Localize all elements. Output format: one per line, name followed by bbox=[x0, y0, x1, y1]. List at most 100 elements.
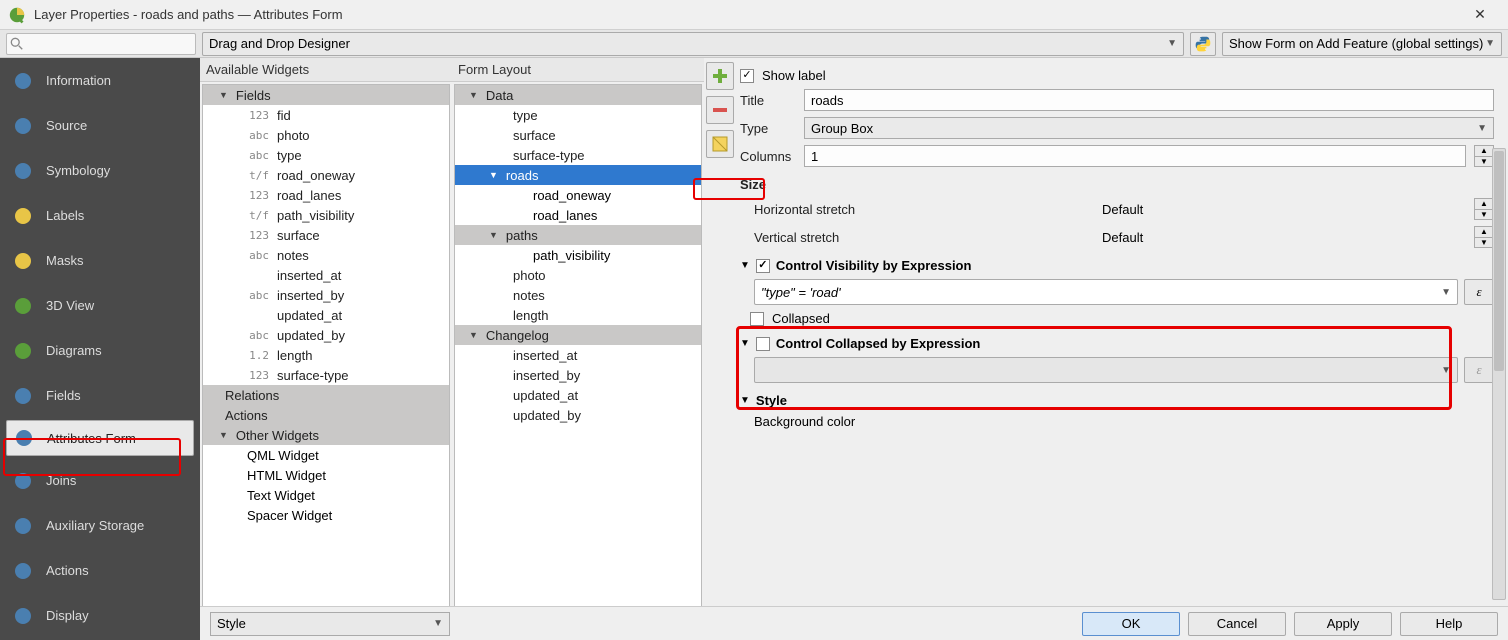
invert-selection-button[interactable] bbox=[706, 130, 734, 158]
field-item[interactable]: 123road_lanes bbox=[203, 185, 449, 205]
container-type-combo[interactable]: Group Box▼ bbox=[804, 117, 1494, 139]
field-item[interactable]: abcupdated_by bbox=[203, 325, 449, 345]
sidebar-item-fields[interactable]: Fields bbox=[0, 373, 200, 418]
collapse-toggle-icon[interactable]: ▼ bbox=[740, 338, 750, 349]
sidebar-item-label: Masks bbox=[46, 253, 84, 268]
close-icon[interactable]: ✕ bbox=[1460, 6, 1500, 23]
field-item[interactable]: abcphoto bbox=[203, 125, 449, 145]
visibility-expr-checkbox[interactable] bbox=[756, 259, 770, 273]
field-item[interactable]: abcinserted_by bbox=[203, 285, 449, 305]
expression-builder-button[interactable]: ε bbox=[1464, 279, 1494, 305]
vstretch-combo[interactable]: Default bbox=[1102, 230, 1466, 245]
layout-item[interactable]: road_oneway bbox=[455, 185, 701, 205]
chevron-down-icon: ▼ bbox=[1485, 38, 1495, 49]
sidebar-item-label: Actions bbox=[46, 563, 89, 578]
sidebar-item-label: Labels bbox=[46, 208, 84, 223]
sidebar-item-diagrams[interactable]: Diagrams bbox=[0, 328, 200, 373]
columns-input[interactable] bbox=[804, 145, 1466, 167]
hstretch-spinner[interactable]: ▲▼ bbox=[1474, 198, 1494, 220]
collapsed-expr-checkbox[interactable] bbox=[756, 337, 770, 351]
layout-item[interactable]: path_visibility bbox=[455, 245, 701, 265]
hstretch-label: Horizontal stretch bbox=[754, 202, 1094, 217]
sidebar-item-labels[interactable]: Labels bbox=[0, 193, 200, 238]
tree-group[interactable]: ▼Fields bbox=[203, 85, 449, 105]
layout-group[interactable]: ▼Data bbox=[455, 85, 701, 105]
sidebar-icon bbox=[12, 70, 34, 92]
sidebar-icon bbox=[12, 605, 34, 627]
collapsed-expression-input: ▼ bbox=[754, 357, 1458, 383]
style-menu-button[interactable]: Style▼ bbox=[210, 612, 450, 636]
visibility-expression-input[interactable]: "type" = 'road'▼ bbox=[754, 279, 1458, 305]
field-item[interactable]: 1.2length bbox=[203, 345, 449, 365]
vstretch-spinner[interactable]: ▲▼ bbox=[1474, 226, 1494, 248]
layout-item[interactable]: surface bbox=[455, 125, 701, 145]
sidebar-item-auxiliary-storage[interactable]: Auxiliary Storage bbox=[0, 503, 200, 548]
layout-item[interactable]: length bbox=[455, 305, 701, 325]
vstretch-label: Vertical stretch bbox=[754, 230, 1094, 245]
sidebar-icon bbox=[12, 385, 34, 407]
field-item[interactable]: abctype bbox=[203, 145, 449, 165]
tree-group[interactable]: ▼Other Widgets bbox=[203, 425, 449, 445]
widget-item[interactable]: Text Widget bbox=[203, 485, 449, 505]
sidebar-item-actions[interactable]: Actions bbox=[0, 548, 200, 593]
widget-item[interactable]: HTML Widget bbox=[203, 465, 449, 485]
layout-group[interactable]: ▼roads bbox=[455, 165, 701, 185]
columns-label: Columns bbox=[740, 149, 796, 164]
python-init-button[interactable] bbox=[1190, 32, 1216, 56]
cancel-button[interactable]: Cancel bbox=[1188, 612, 1286, 636]
field-item[interactable]: 123surface-type bbox=[203, 365, 449, 385]
layout-item[interactable]: inserted_at bbox=[455, 345, 701, 365]
sidebar-item-joins[interactable]: Joins bbox=[0, 458, 200, 503]
form-editor-mode-combo[interactable]: Drag and Drop Designer▼ bbox=[202, 32, 1184, 56]
show-form-on-add-combo[interactable]: Show Form on Add Feature (global setting… bbox=[1222, 32, 1502, 56]
widget-item[interactable]: QML Widget bbox=[203, 445, 449, 465]
sidebar-item-masks[interactable]: Masks bbox=[0, 238, 200, 283]
sidebar-item-attributes-form[interactable]: Attributes Form bbox=[6, 420, 194, 456]
form-layout-tree[interactable]: ▼Datatypesurfacesurface-type▼roadsroad_o… bbox=[454, 84, 702, 638]
collapsed-checkbox[interactable] bbox=[750, 312, 764, 326]
collapse-toggle-icon[interactable]: ▼ bbox=[740, 395, 750, 406]
collapse-toggle-icon[interactable]: ▼ bbox=[740, 260, 750, 271]
chevron-down-icon: ▼ bbox=[1167, 38, 1177, 49]
hstretch-combo[interactable]: Default bbox=[1102, 202, 1466, 217]
field-item[interactable]: t/froad_oneway bbox=[203, 165, 449, 185]
widget-item[interactable]: Spacer Widget bbox=[203, 505, 449, 525]
sidebar-item-symbology[interactable]: Symbology bbox=[0, 148, 200, 193]
layout-item[interactable]: surface-type bbox=[455, 145, 701, 165]
layout-item[interactable]: updated_at bbox=[455, 385, 701, 405]
field-item[interactable]: inserted_at bbox=[203, 265, 449, 285]
layout-item[interactable]: road_lanes bbox=[455, 205, 701, 225]
sidebar-item-source[interactable]: Source bbox=[0, 103, 200, 148]
field-item[interactable]: 123surface bbox=[203, 225, 449, 245]
apply-button[interactable]: Apply bbox=[1294, 612, 1392, 636]
field-item[interactable]: abcnotes bbox=[203, 245, 449, 265]
layout-item[interactable]: photo bbox=[455, 265, 701, 285]
available-widgets-tree[interactable]: ▼Fields123fidabcphotoabctypet/froad_onew… bbox=[202, 84, 450, 638]
layout-item[interactable]: notes bbox=[455, 285, 701, 305]
sidebar-item-display[interactable]: Display bbox=[0, 593, 200, 638]
sidebar-item-label: Joins bbox=[46, 473, 76, 488]
sidebar-item-3d-view[interactable]: 3D View bbox=[0, 283, 200, 328]
sidebar-search-input[interactable] bbox=[6, 33, 196, 55]
field-item[interactable]: t/fpath_visibility bbox=[203, 205, 449, 225]
help-button[interactable]: Help bbox=[1400, 612, 1498, 636]
tree-group[interactable]: Actions bbox=[203, 405, 449, 425]
sidebar-item-label: Auxiliary Storage bbox=[46, 518, 144, 533]
add-container-button[interactable] bbox=[706, 62, 734, 90]
remove-item-button[interactable] bbox=[706, 96, 734, 124]
show-label-checkbox[interactable] bbox=[740, 69, 754, 83]
layout-group[interactable]: ▼paths bbox=[455, 225, 701, 245]
ok-button[interactable]: OK bbox=[1082, 612, 1180, 636]
layout-group[interactable]: ▼Changelog bbox=[455, 325, 701, 345]
columns-spinner[interactable]: ▲▼ bbox=[1474, 145, 1494, 167]
layout-item[interactable]: updated_by bbox=[455, 405, 701, 425]
field-item[interactable]: 123fid bbox=[203, 105, 449, 125]
scrollbar[interactable] bbox=[1492, 148, 1506, 600]
sidebar-item-information[interactable]: Information bbox=[0, 58, 200, 103]
layout-item[interactable]: type bbox=[455, 105, 701, 125]
qgis-logo-icon bbox=[8, 6, 26, 24]
title-input[interactable] bbox=[804, 89, 1494, 111]
tree-group[interactable]: Relations bbox=[203, 385, 449, 405]
field-item[interactable]: updated_at bbox=[203, 305, 449, 325]
layout-item[interactable]: inserted_by bbox=[455, 365, 701, 385]
